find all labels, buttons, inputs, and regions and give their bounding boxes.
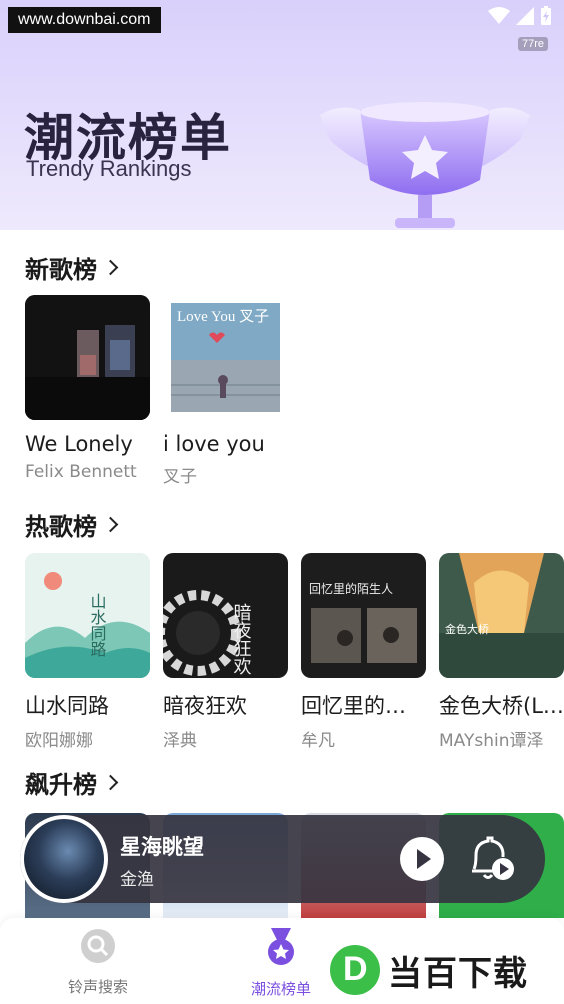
album-art	[25, 295, 150, 420]
album-cover: 山水同路	[25, 553, 150, 678]
chevron-right-icon	[102, 516, 119, 533]
now-playing-cover	[20, 815, 108, 903]
section-hot-songs[interactable]: 热歌榜	[25, 507, 119, 542]
hero-banner: www.downbai.com 77re 潮流榜单 Trendy Ranking…	[0, 0, 564, 230]
page-subtitle: Trendy Rankings	[26, 156, 192, 181]
status-tag: 77re	[517, 37, 548, 51]
status-icons	[488, 6, 552, 26]
tab-trendy-rankings[interactable]: 潮流榜单	[231, 928, 331, 999]
song-card[interactable]: 山水同路 山水同路 欧阳娜娜	[25, 553, 150, 751]
chevron-right-icon	[102, 774, 119, 791]
search-icon	[81, 929, 115, 963]
section-title: 热歌榜	[25, 513, 97, 541]
section-title: 飙升榜	[25, 771, 97, 799]
song-card[interactable]: Love You 叉子 i love you 叉子	[163, 295, 288, 487]
tab-ringtone-search[interactable]: 铃声搜索	[48, 928, 148, 997]
album-cover: Love You 叉子	[163, 295, 288, 420]
mini-player[interactable]: 星海眺望 金渔	[20, 815, 545, 903]
album-art: 山水同路	[25, 553, 150, 678]
ranking-medal-icon	[268, 928, 294, 965]
chevron-right-icon	[102, 259, 119, 276]
album-cover: 暗夜狂欢	[163, 553, 288, 678]
song-artist: 欧阳娜娜	[25, 731, 93, 751]
new-songs-row: We Lonely Felix Bennett Love You 叉子 i lo…	[25, 295, 288, 487]
section-rising-songs[interactable]: 飙升榜	[25, 765, 119, 800]
wifi-icon	[488, 7, 510, 24]
play-button[interactable]	[400, 837, 444, 881]
now-playing-title: 星海眺望	[120, 835, 204, 859]
album-art: 暗夜狂欢	[163, 553, 288, 678]
song-card[interactable]: 金色大桥 金色大桥(Live) MAYshin谭泽	[439, 553, 564, 751]
watermark-text: 当百下载	[388, 953, 528, 994]
album-art: Love You 叉子	[171, 303, 280, 412]
album-art: 金色大桥	[439, 553, 564, 678]
song-card[interactable]: 回忆里的陌生人 回忆里的陌生人 牟凡	[301, 553, 426, 751]
now-playing-artist: 金渔	[120, 870, 154, 890]
tab-label: 潮流榜单	[250, 980, 311, 998]
song-artist: Felix Bennett	[25, 462, 137, 482]
song-title: We Lonely	[25, 432, 133, 456]
album-cover: 回忆里的陌生人	[301, 553, 426, 678]
section-title: 新歌榜	[25, 256, 97, 284]
section-new-songs[interactable]: 新歌榜	[25, 250, 119, 285]
album-cover	[25, 295, 150, 420]
song-title: 金色大桥(Live)	[439, 694, 564, 718]
signal-icon	[516, 7, 534, 25]
song-artist: MAYshin谭泽	[439, 731, 544, 751]
tab-label: 铃声搜索	[67, 978, 128, 996]
battery-icon	[541, 6, 551, 25]
watermark-mark	[330, 945, 380, 995]
song-title: i love you	[163, 432, 265, 456]
trophy-icon	[320, 102, 530, 228]
cover-text: Love You 叉子	[177, 308, 269, 325]
album-cover: 金色大桥	[439, 553, 564, 678]
song-card[interactable]: We Lonely Felix Bennett	[25, 295, 150, 487]
url-watermark: www.downbai.com	[8, 7, 161, 33]
cover-text: 山水同路	[88, 593, 107, 657]
cover-text: 回忆里的陌生人	[309, 581, 393, 596]
song-artist: 叉子	[163, 467, 197, 487]
song-card[interactable]: 暗夜狂欢 暗夜狂欢 泽典	[163, 553, 288, 751]
site-watermark-logo: 当百下载	[330, 942, 560, 998]
song-title: 山水同路	[25, 694, 109, 718]
hot-songs-row: 山水同路 山水同路 欧阳娜娜 暗夜狂欢 暗夜狂欢 泽典 回忆里的陌生人 回忆里的…	[25, 553, 564, 751]
cover-text: 金色大桥	[445, 622, 489, 636]
set-ringtone-bell-icon[interactable]	[466, 835, 516, 883]
album-art: 回忆里的陌生人	[301, 553, 426, 678]
song-artist: 泽典	[163, 731, 197, 751]
cover-text: 暗夜狂欢	[231, 603, 252, 675]
song-title: 回忆里的陌生人	[301, 694, 426, 718]
song-artist: 牟凡	[301, 731, 335, 751]
song-title: 暗夜狂欢	[163, 694, 247, 718]
